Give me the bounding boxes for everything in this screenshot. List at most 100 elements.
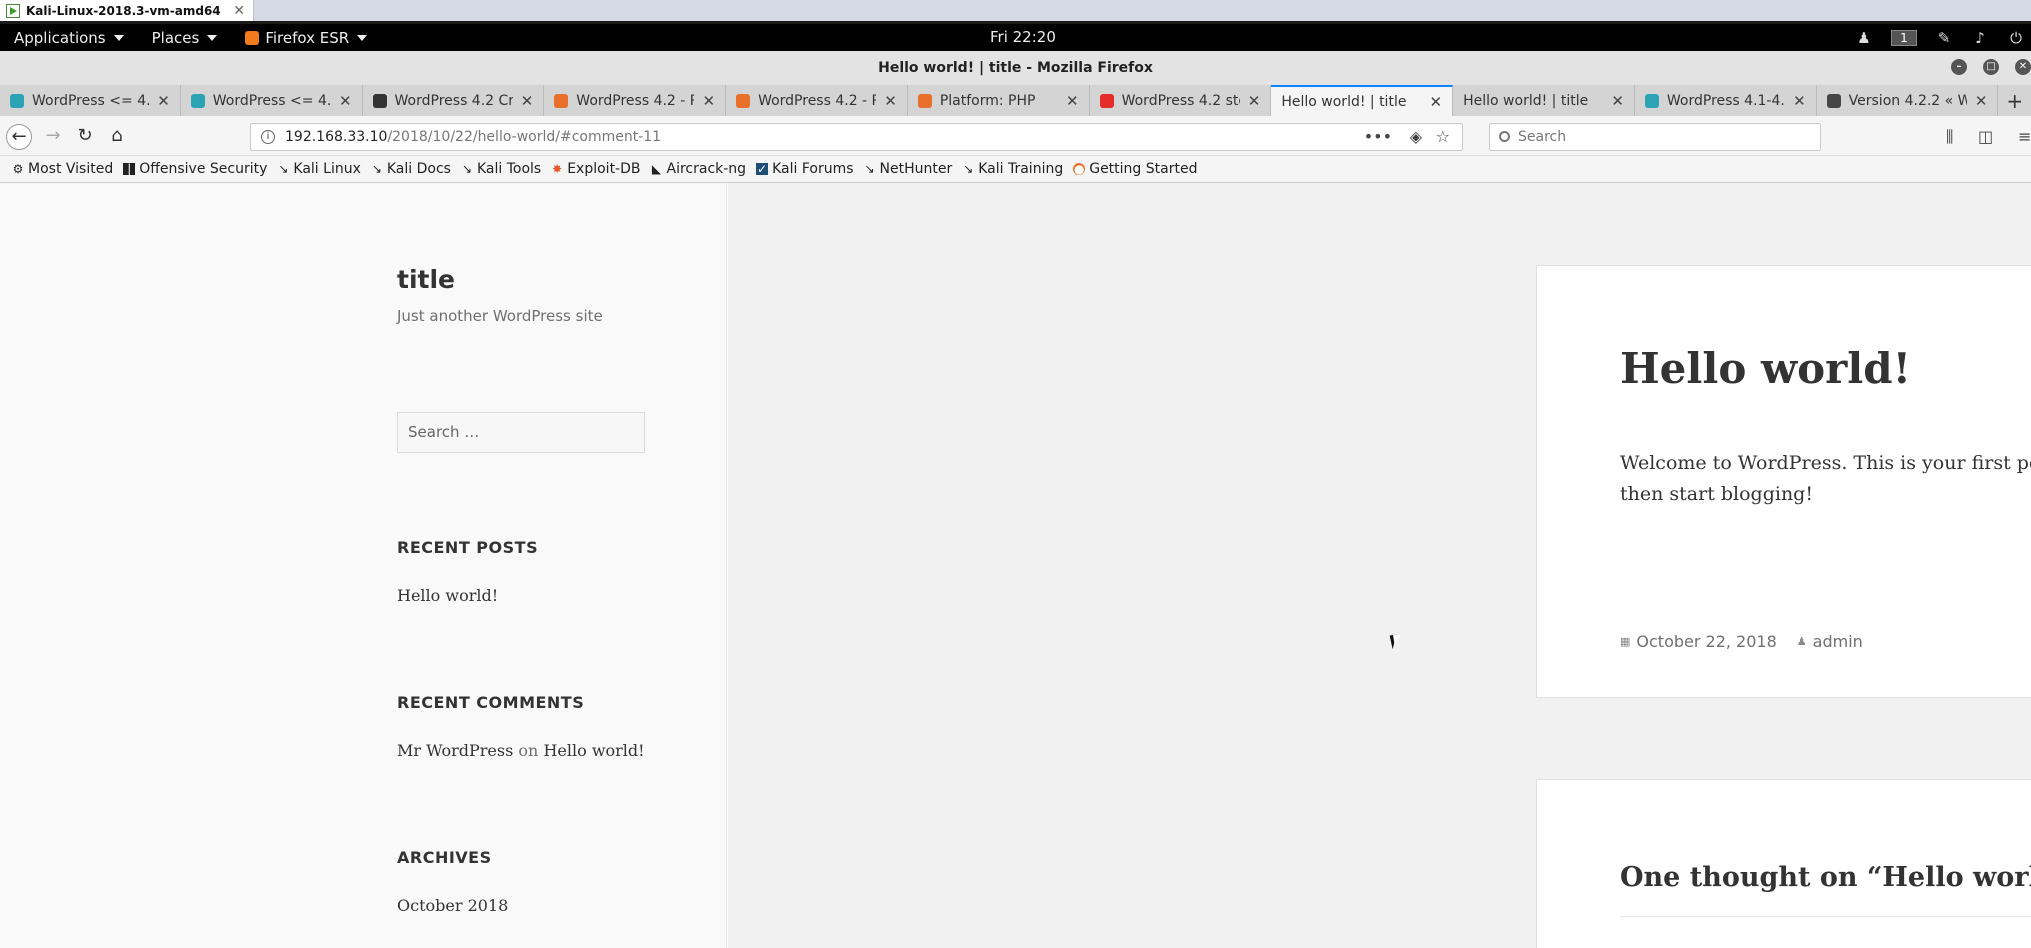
close-icon[interactable]: ✕ xyxy=(1793,92,1806,110)
bookmark-star-icon[interactable]: ☆ xyxy=(1436,124,1450,150)
applications-menu[interactable]: Applications xyxy=(0,24,138,51)
clock[interactable]: Fri 22:20 xyxy=(990,24,1056,51)
comment-post-link[interactable]: Hello world! xyxy=(543,741,644,760)
kali-dragon-icon: ↘ xyxy=(864,162,875,176)
gear-icon: ⚙ xyxy=(12,162,24,176)
tab-favicon-icon xyxy=(1099,93,1114,108)
kali-dragon-icon: ↘ xyxy=(461,162,472,176)
tab-label: Platform: PHP xyxy=(939,92,1036,109)
post-card: Hello world! Welcome to WordPress. This … xyxy=(1536,265,2031,698)
tab-label: Version 4.2.2 « Wo xyxy=(1848,92,1967,109)
post-author-link[interactable]: admin xyxy=(1813,632,1863,651)
browser-tab[interactable]: WordPress <= 4.2 ✕ xyxy=(0,85,181,116)
close-window-button[interactable]: ✕ xyxy=(2015,59,2031,75)
minimize-button[interactable]: – xyxy=(1951,59,1967,75)
close-icon[interactable]: ✕ xyxy=(1975,92,1988,110)
wp-main-content: Hello world! Welcome to WordPress. This … xyxy=(728,183,2031,948)
maximize-button[interactable]: □ xyxy=(1983,59,1999,75)
new-tab-button[interactable]: + xyxy=(1998,85,2031,116)
chevron-down-icon xyxy=(207,34,218,41)
tab-label: WordPress <= 4.2 xyxy=(212,92,331,109)
close-icon[interactable]: ✕ xyxy=(1611,92,1624,110)
bookmark-kali-tools[interactable]: ↘ Kali Tools xyxy=(461,161,541,177)
close-icon[interactable]: ✕ xyxy=(1066,92,1079,110)
bookmark-offensive-security[interactable]: | Offensive Security xyxy=(123,161,267,177)
archive-link[interactable]: October 2018 xyxy=(397,896,508,915)
close-icon[interactable]: ✕ xyxy=(884,92,897,110)
browser-tab[interactable]: WordPress <= 4.2 ✕ xyxy=(181,85,363,116)
places-menu[interactable]: Places xyxy=(138,24,232,51)
system-tray: ♟ 1 ✎ ♪ ⏻ xyxy=(1855,24,2031,51)
tab-favicon-icon xyxy=(1644,93,1659,108)
search-input[interactable]: Search xyxy=(1489,123,1821,151)
close-icon[interactable]: ✕ xyxy=(233,3,245,19)
back-button[interactable]: ← xyxy=(6,124,32,150)
site-description: Just another WordPress site xyxy=(397,307,603,325)
forward-button[interactable]: → xyxy=(40,124,66,150)
firefox-app-menu[interactable]: Firefox ESR xyxy=(231,24,381,51)
browser-tab[interactable]: WordPress 4.1-4.2 ✕ xyxy=(1635,85,1817,116)
browser-tab[interactable]: Version 4.2.2 « Wo ✕ xyxy=(1817,85,1999,116)
mouse-cursor-icon xyxy=(1389,632,1407,650)
bookmark-getting-started[interactable]: ● Getting Started xyxy=(1073,161,1197,177)
tab-label: WordPress 4.2 Cro xyxy=(394,92,513,109)
sidebar-icon[interactable]: ◫ xyxy=(1978,127,1993,146)
bookmark-kali-forums[interactable]: ✓ Kali Forums xyxy=(756,161,854,177)
pocket-icon[interactable]: ◈ xyxy=(1410,124,1422,150)
tab-favicon-icon xyxy=(1826,93,1841,108)
reload-button[interactable]: ↻ xyxy=(72,124,98,150)
bookmark-most-visited[interactable]: ⚙ Most Visited xyxy=(12,161,114,177)
post-title[interactable]: Hello world! xyxy=(1620,344,1911,393)
close-icon[interactable]: ✕ xyxy=(339,92,352,110)
browser-tab[interactable]: WordPress 4.2 Cro ✕ xyxy=(363,85,545,116)
tab-label: WordPress 4.2 sto xyxy=(1121,92,1240,109)
comments-title: One thought on “Hello world!” xyxy=(1620,862,2031,893)
window-titlebar: Hello world! | title - Mozilla Firefox –… xyxy=(0,51,2031,85)
browser-tab[interactable]: Hello world! | title ✕ xyxy=(1453,85,1635,116)
wp-search-input[interactable]: Search … xyxy=(397,412,645,453)
close-icon[interactable]: ✕ xyxy=(521,92,534,110)
url-bar[interactable]: i 192.168.33.10/2018/10/22/hello-world/#… xyxy=(250,123,1463,151)
wp-sidebar: title Just another WordPress site Search… xyxy=(0,183,727,948)
browser-tab[interactable]: WordPress 4.2 sto ✕ xyxy=(1090,85,1272,116)
power-icon[interactable]: ⏻ xyxy=(2007,30,2025,46)
more-actions-icon[interactable]: ••• xyxy=(1364,124,1392,150)
close-icon[interactable]: ✕ xyxy=(157,92,170,110)
library-icon[interactable]: ⫼ xyxy=(1946,127,1953,147)
browser-tab[interactable]: WordPress 4.2 - Pe ✕ xyxy=(726,85,908,116)
volume-icon[interactable]: ♪ xyxy=(1971,30,1989,46)
workspace-indicator[interactable]: 1 xyxy=(1891,29,1917,46)
search-icon xyxy=(1499,131,1510,142)
site-title[interactable]: title xyxy=(397,265,455,294)
chevron-down-icon xyxy=(113,34,124,41)
browser-tab[interactable]: Platform: PHP ✕ xyxy=(908,85,1090,116)
users-icon[interactable]: ♟ xyxy=(1855,30,1873,46)
close-icon[interactable]: ✕ xyxy=(1430,93,1443,111)
tab-label: WordPress 4.1-4.2 xyxy=(1666,92,1786,109)
bookmark-aircrack-ng[interactable]: ◣ Aircrack-ng xyxy=(651,161,746,177)
bookmark-kali-training[interactable]: ↘ Kali Training xyxy=(962,161,1063,177)
url-path: /2018/10/22/hello-world/#comment-11 xyxy=(387,129,662,145)
bookmark-label: Kali Training xyxy=(978,161,1064,177)
bookmark-kali-docs[interactable]: ↘ Kali Docs xyxy=(371,161,451,177)
bookmark-nethunter[interactable]: ↘ NetHunter xyxy=(864,161,952,177)
user-icon: ♟ xyxy=(1796,635,1807,648)
vm-tab[interactable]: Kali-Linux-2018.3-vm-amd64 ✕ xyxy=(0,0,254,21)
post-date-link[interactable]: October 22, 2018 xyxy=(1636,632,1776,651)
bookmark-kali-linux[interactable]: ↘ Kali Linux xyxy=(277,161,361,177)
menu-icon[interactable]: ≡ xyxy=(2018,127,2031,146)
tab-label: Hello world! | title xyxy=(1281,93,1407,110)
bookmark-exploit-db[interactable]: ✸ Exploit-DB xyxy=(551,161,640,177)
close-icon[interactable]: ✕ xyxy=(702,92,715,110)
info-icon[interactable]: i xyxy=(261,130,275,144)
pen-icon[interactable]: ✎ xyxy=(1935,30,1953,46)
recent-comments-heading: RECENT COMMENTS xyxy=(397,693,585,712)
tab-favicon-icon xyxy=(736,93,751,108)
comment-author-link[interactable]: Mr WordPress xyxy=(397,741,513,760)
kali-dragon-icon: ↘ xyxy=(278,162,289,176)
browser-tab-active[interactable]: Hello world! | title ✕ xyxy=(1271,85,1454,116)
home-button[interactable]: ⌂ xyxy=(104,124,130,150)
browser-tab[interactable]: WordPress 4.2 - Pe ✕ xyxy=(544,85,727,116)
close-icon[interactable]: ✕ xyxy=(1248,92,1261,110)
recent-post-link[interactable]: Hello world! xyxy=(397,586,498,605)
